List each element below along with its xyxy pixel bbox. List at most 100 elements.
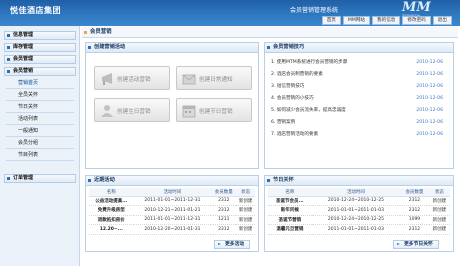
- sidebar-item-notices[interactable]: 一般通知: [6, 126, 74, 137]
- logo-text: MM: [402, 0, 431, 15]
- holiday-care-table: 名称 活动时间 会员数量 状态 圣诞节会员... 2010-12-24~2010…: [268, 188, 450, 235]
- sidebar-item-member-groups[interactable]: 会员分组: [6, 138, 74, 149]
- more-activities-button[interactable]: 更多活动: [214, 240, 251, 249]
- activity-name[interactable]: 退款抵扣房价: [89, 215, 134, 225]
- holiday-care-panel: 节日关怀 名称 活动时间 会员数量 状态 圣诞节会员... 2010-12-24…: [264, 175, 454, 252]
- table-row: 温馨元旦营销 2011-01-01~2011-01-03 2312 新创建: [268, 224, 450, 235]
- header-bar: 悦佳酒店集团 会员营销管理系统 MM 营销管理系统 首页 MM网站 我的信息 修…: [0, 0, 460, 26]
- create-holiday-label: 创建节日营销: [199, 109, 233, 115]
- megaphone-icon: [102, 73, 112, 85]
- panel-bullet-icon: [267, 179, 270, 182]
- activity-period: 2011-01-01~2011-12-31: [133, 196, 212, 206]
- sidebar-item-holiday-care[interactable]: 节日关怀: [6, 102, 74, 113]
- holiday-name[interactable]: 圣诞节会员...: [268, 196, 312, 206]
- status-text: 新创建: [428, 205, 450, 216]
- create-notice-button[interactable]: 创建日常通知: [176, 66, 252, 90]
- member-count: 2312: [400, 224, 429, 235]
- more-holiday-care-button[interactable]: 更多节日关怀: [393, 240, 439, 249]
- sidebar-item-activity-list[interactable]: 活动列表: [6, 114, 74, 125]
- create-activity-label: 创建活动营销: [117, 77, 151, 83]
- tip-date: 2010-12-06: [416, 72, 443, 77]
- envelope-icon: [182, 74, 196, 85]
- recent-activities-panel: 近期活动 名称 活动时间 会员数量 状态 公益活动提高... 2011-01-0…: [85, 175, 259, 252]
- holiday-name[interactable]: 新年问候: [268, 205, 312, 216]
- status-text: 新创建: [428, 215, 450, 225]
- sidebar-group-orders[interactable]: 订单管理: [4, 174, 76, 183]
- brand-name: 悦佳酒店集团: [10, 6, 61, 15]
- panel-header: 创建营销活动: [86, 43, 258, 53]
- member-count: 2312: [211, 224, 237, 235]
- create-holiday-button[interactable]: 创建节日营销: [176, 98, 252, 122]
- nav-my-info[interactable]: 我的信息: [372, 16, 401, 25]
- panel-title: 会员营销技巧: [273, 44, 305, 50]
- nav-home[interactable]: 首页: [321, 16, 341, 25]
- panel-header: 节日关怀: [265, 176, 453, 186]
- create-activity-button[interactable]: 创建活动营销: [94, 66, 170, 90]
- column-header: 状态: [236, 188, 255, 197]
- activity-name[interactable]: 免费升级房型: [89, 205, 134, 216]
- page-title: 会员营销: [82, 27, 458, 38]
- table-row: 免费升级房型 2010-12-21~2011-01-21 2312 新创建: [89, 205, 255, 216]
- tip-link[interactable]: 5. 如何减少会员流失率，提高忠诚度: [271, 107, 346, 115]
- tip-row: 7. 酒店营销活动的要素 2010-12-06: [271, 131, 443, 139]
- tip-link[interactable]: 1. 使用MTM系统进行会员营销的步骤: [271, 59, 347, 67]
- nav-logout[interactable]: 退出: [432, 16, 452, 25]
- member-count: 2312: [211, 196, 237, 206]
- tip-link[interactable]: 2. 酒店会员制营销的要素: [271, 71, 323, 79]
- column-header: 活动时间: [133, 188, 212, 197]
- column-header: 会员数量: [211, 188, 237, 197]
- sidebar-group-members[interactable]: 会员管理: [4, 55, 76, 64]
- system-logo: MM 营销管理系统: [398, 0, 444, 18]
- tip-date: 2010-12-06: [416, 132, 443, 137]
- tip-row: 2. 酒店会员制营销的要素 2010-12-06: [271, 71, 443, 79]
- member-count: 2312: [400, 196, 429, 206]
- sidebar-group-info[interactable]: 信息管理: [4, 31, 76, 40]
- member-count: 2312: [400, 205, 429, 216]
- tip-link[interactable]: 7. 酒店营销活动的要素: [271, 131, 318, 139]
- tip-link[interactable]: 3. 短信营销技巧: [271, 83, 304, 91]
- column-header: 状态: [428, 188, 450, 197]
- status-text: 新创建: [236, 205, 255, 216]
- status-text: 新创建: [236, 224, 255, 235]
- sidebar-group-marketing[interactable]: 会员营销: [4, 67, 76, 76]
- table-row: 公益活动提高... 2011-01-01~2011-12-31 2312 新创建: [89, 196, 255, 206]
- tip-row: 4. 会员营销的小技巧 2010-12-06: [271, 95, 443, 103]
- nav-mm-site[interactable]: MM网站: [342, 16, 371, 25]
- tip-date: 2010-12-06: [416, 120, 443, 125]
- table-row: 圣诞节会员... 2010-12-24~2010-12-25 2312 新创建: [268, 196, 450, 206]
- table-row: 新年问候 2011-01-01~2011-01-03 2312 新创建: [268, 205, 450, 216]
- holiday-name[interactable]: 温馨元旦营销: [268, 224, 312, 235]
- holiday-period: 2011-01-01~2011-01-03: [311, 205, 401, 216]
- sidebar-item-program-list[interactable]: 节目列表: [6, 150, 74, 161]
- create-birthday-button[interactable]: 创建生日营销: [94, 98, 170, 122]
- panel-title: 节日关怀: [273, 177, 294, 183]
- column-header: 会员数量: [400, 188, 429, 197]
- activity-name[interactable]: 公益活动提高...: [89, 196, 134, 206]
- holiday-period: 2010-12-24~2010-12-25: [311, 196, 401, 206]
- column-header: 活动时间: [311, 188, 401, 197]
- panel-title: 创建营销活动: [94, 44, 126, 50]
- calendar-icon: [182, 105, 196, 118]
- sidebar-item-all-care[interactable]: 全员关怀: [6, 90, 74, 101]
- marketing-tips-panel: 会员营销技巧 1. 使用MTM系统进行会员营销的步骤 2010-12-06 2.…: [264, 42, 454, 169]
- holiday-name[interactable]: 圣诞节营销: [268, 215, 312, 225]
- table-row: 圣诞节营销 2010-12-24~2010-12-25 1099 新创建: [268, 215, 450, 225]
- activity-period: 2010-12-20~2011-01-31: [133, 224, 212, 235]
- table-row: 12.20~... 2010-12-20~2011-01-31 2312 新创建: [89, 224, 255, 235]
- nav-change-password[interactable]: 修改密码: [402, 16, 431, 25]
- panel-bullet-icon: [88, 179, 91, 182]
- table-row: 退款抵扣房价 2011-01-01~2011-12-31 1211 新创建: [89, 215, 255, 225]
- tip-link[interactable]: 6. 营销案例: [271, 119, 295, 127]
- tip-row: 1. 使用MTM系统进行会员营销的步骤 2010-12-06: [271, 59, 443, 67]
- sidebar-item-marketing-home[interactable]: 营销首页: [6, 78, 74, 89]
- member-count: 2312: [211, 205, 237, 216]
- status-text: 新创建: [428, 196, 450, 206]
- tip-row: 3. 短信营销技巧 2010-12-06: [271, 83, 443, 91]
- sidebar: 信息管理 库存管理 会员管理 会员营销 营销首页 全员关怀 节日关怀 活动列表 …: [0, 26, 80, 266]
- status-text: 新创建: [428, 224, 450, 235]
- panel-header: 会员营销技巧: [265, 43, 453, 53]
- panel-title: 近期活动: [94, 177, 115, 183]
- tip-link[interactable]: 4. 会员营销的小技巧: [271, 95, 314, 103]
- sidebar-group-inventory[interactable]: 库存管理: [4, 43, 76, 52]
- activity-name[interactable]: 12.20~...: [89, 224, 134, 235]
